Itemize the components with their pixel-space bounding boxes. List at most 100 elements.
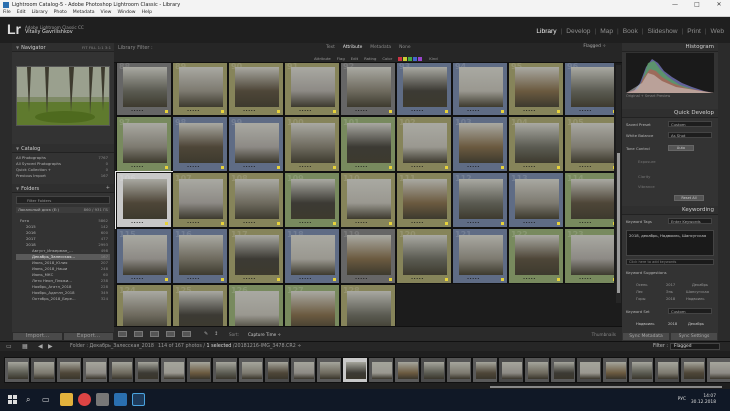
system-clock[interactable]: 14:07 30.12.2018 <box>691 394 716 405</box>
filmstrip-source[interactable]: Folder : Декабрь_Залесская_2018 <box>70 344 154 349</box>
rating-stars[interactable]: ••••• <box>299 221 312 225</box>
keyword-suggestion[interactable]: Лес <box>636 290 643 294</box>
photo-thumbnail[interactable] <box>347 235 391 275</box>
filmstrip-thumbnail[interactable] <box>602 357 628 383</box>
compare-view-icon[interactable] <box>150 331 159 337</box>
left-panel-toggle-strip[interactable] <box>0 43 12 332</box>
flag-badge-icon[interactable] <box>389 166 392 169</box>
filmstrip-thumbnail[interactable] <box>4 357 30 383</box>
filter-tab-attribute[interactable]: Attribute <box>343 45 362 50</box>
photo-thumbnail[interactable] <box>347 67 391 107</box>
rating-stars[interactable]: ••••• <box>523 165 536 169</box>
filmstrip-thumbnail[interactable] <box>316 357 342 383</box>
photo-cell[interactable]: 91••••• <box>284 63 340 116</box>
photo-thumbnail[interactable] <box>403 123 447 163</box>
rating-stars[interactable]: ••••• <box>579 221 592 225</box>
photo-cell[interactable]: 115••••• <box>116 228 172 284</box>
filmstrip-thumbnail[interactable] <box>706 357 730 383</box>
keyword-set-item[interactable]: Декабрь <box>688 322 704 326</box>
keyword-tags-dropdown[interactable]: Enter Keywords <box>668 218 712 224</box>
flag-badge-icon[interactable] <box>165 278 168 281</box>
catalog-previous-import[interactable]: Previous Import 167 <box>16 173 110 179</box>
filmstrip-thumbnail[interactable] <box>680 357 706 383</box>
photo-thumbnail[interactable] <box>235 291 279 326</box>
filmstrip-thumbnail[interactable] <box>524 357 550 383</box>
photo-thumbnail[interactable] <box>515 179 559 219</box>
flag-badge-icon[interactable] <box>613 110 614 113</box>
exposure-row[interactable]: Exposure <box>626 158 714 165</box>
filmstrip-thumbnail[interactable] <box>576 357 602 383</box>
photo-thumbnail[interactable] <box>291 67 335 107</box>
flag-badge-icon[interactable] <box>389 222 392 225</box>
flag-badge-icon[interactable] <box>445 166 448 169</box>
photo-cell[interactable]: 118••••• <box>284 228 340 284</box>
rating-stars[interactable]: ••••• <box>411 277 424 281</box>
minimize-button[interactable]: — <box>664 0 686 9</box>
photo-cell[interactable]: 128••••• <box>340 284 396 326</box>
menu-help[interactable]: Help <box>142 10 152 15</box>
photo-thumbnail[interactable] <box>571 123 614 163</box>
close-button[interactable]: ✕ <box>708 0 730 9</box>
photo-cell[interactable]: 112••••• <box>452 172 508 228</box>
menu-file[interactable]: File <box>3 10 11 15</box>
photo-thumbnail[interactable] <box>179 235 223 275</box>
menu-metadata[interactable]: Metadata <box>73 10 95 15</box>
green-label-icon[interactable] <box>408 56 413 61</box>
filter-tab-none[interactable]: None <box>399 45 410 50</box>
photo-cell[interactable]: 119••••• <box>340 228 396 284</box>
keyword-suggestion[interactable]: 2018 <box>666 297 675 301</box>
saved-preset-dropdown[interactable]: Custom <box>668 121 712 127</box>
add-folder-icon[interactable]: + <box>106 184 110 193</box>
flag-badge-icon[interactable] <box>389 278 392 281</box>
rating-stars[interactable]: ••••• <box>243 221 256 225</box>
photo-cell[interactable]: 125••••• <box>172 284 228 326</box>
keyword-suggestion[interactable]: 2017 <box>666 283 675 287</box>
rating-stars[interactable]: ••••• <box>299 277 312 281</box>
photo-cell[interactable]: 107••••• <box>172 172 228 228</box>
photo-cell[interactable]: 111••••• <box>396 172 452 228</box>
flag-badge-icon[interactable] <box>445 278 448 281</box>
menu-library[interactable]: Library <box>32 10 48 15</box>
module-develop[interactable]: Develop <box>566 28 590 35</box>
photo-cell[interactable]: 97••••• <box>116 116 172 172</box>
rating-stars[interactable]: ••••• <box>243 109 256 113</box>
photo-cell[interactable]: 99••••• <box>228 116 284 172</box>
photo-cell[interactable]: 104••••• <box>508 116 564 172</box>
photo-thumbnail[interactable] <box>459 67 503 107</box>
photo-cell[interactable]: 98••••• <box>172 116 228 172</box>
photo-cell[interactable]: 127••••• <box>284 284 340 326</box>
photo-cell[interactable]: 89••••• <box>172 63 228 116</box>
catalog-header[interactable]: ▼ Catalog <box>12 144 114 153</box>
rating-stars[interactable]: ••••• <box>355 221 368 225</box>
rating-stars[interactable]: ••••• <box>579 165 592 169</box>
people-view-icon[interactable] <box>182 331 191 337</box>
flag-badge-icon[interactable] <box>333 222 336 225</box>
rating-stars[interactable]: ••••• <box>355 277 368 281</box>
photo-thumbnail[interactable] <box>291 235 335 275</box>
photo-thumbnail[interactable] <box>123 291 167 326</box>
photo-cell[interactable]: 123••••• <box>564 228 614 284</box>
photo-thumbnail[interactable] <box>291 291 335 326</box>
photo-thumbnail[interactable] <box>179 291 223 326</box>
flag-badge-icon[interactable] <box>557 278 560 281</box>
rating-stars[interactable]: ••••• <box>579 277 592 281</box>
rating-stars[interactable]: ••••• <box>467 165 480 169</box>
keyword-suggestion[interactable]: Горы <box>636 297 646 301</box>
menu-view[interactable]: View <box>101 10 112 15</box>
photo-thumbnail[interactable] <box>403 67 447 107</box>
lightroom-taskbar-icon[interactable] <box>132 393 145 406</box>
sync-metadata-button[interactable]: Sync Metadata <box>623 333 669 340</box>
photo-cell[interactable]: 102••••• <box>396 116 452 172</box>
filter-folders-input[interactable]: Filter Folders <box>16 196 110 204</box>
thumbnails-size-slider[interactable]: Thumbnails <box>592 332 616 337</box>
filter-tab-metadata[interactable]: Metadata <box>370 45 391 50</box>
flag-badge-icon[interactable] <box>333 166 336 169</box>
photo-cell[interactable]: 113••••• <box>508 172 564 228</box>
grid-scrollbar-thumb[interactable] <box>617 153 620 293</box>
flag-badge-icon[interactable] <box>221 222 224 225</box>
filmstrip-thumbnail[interactable] <box>394 357 420 383</box>
photo-cell[interactable]: 95••••• <box>508 63 564 116</box>
input-language[interactable]: РУС <box>678 397 686 402</box>
flag-badge-icon[interactable] <box>557 166 560 169</box>
forward-arrow-icon[interactable]: ▶ <box>48 343 53 350</box>
